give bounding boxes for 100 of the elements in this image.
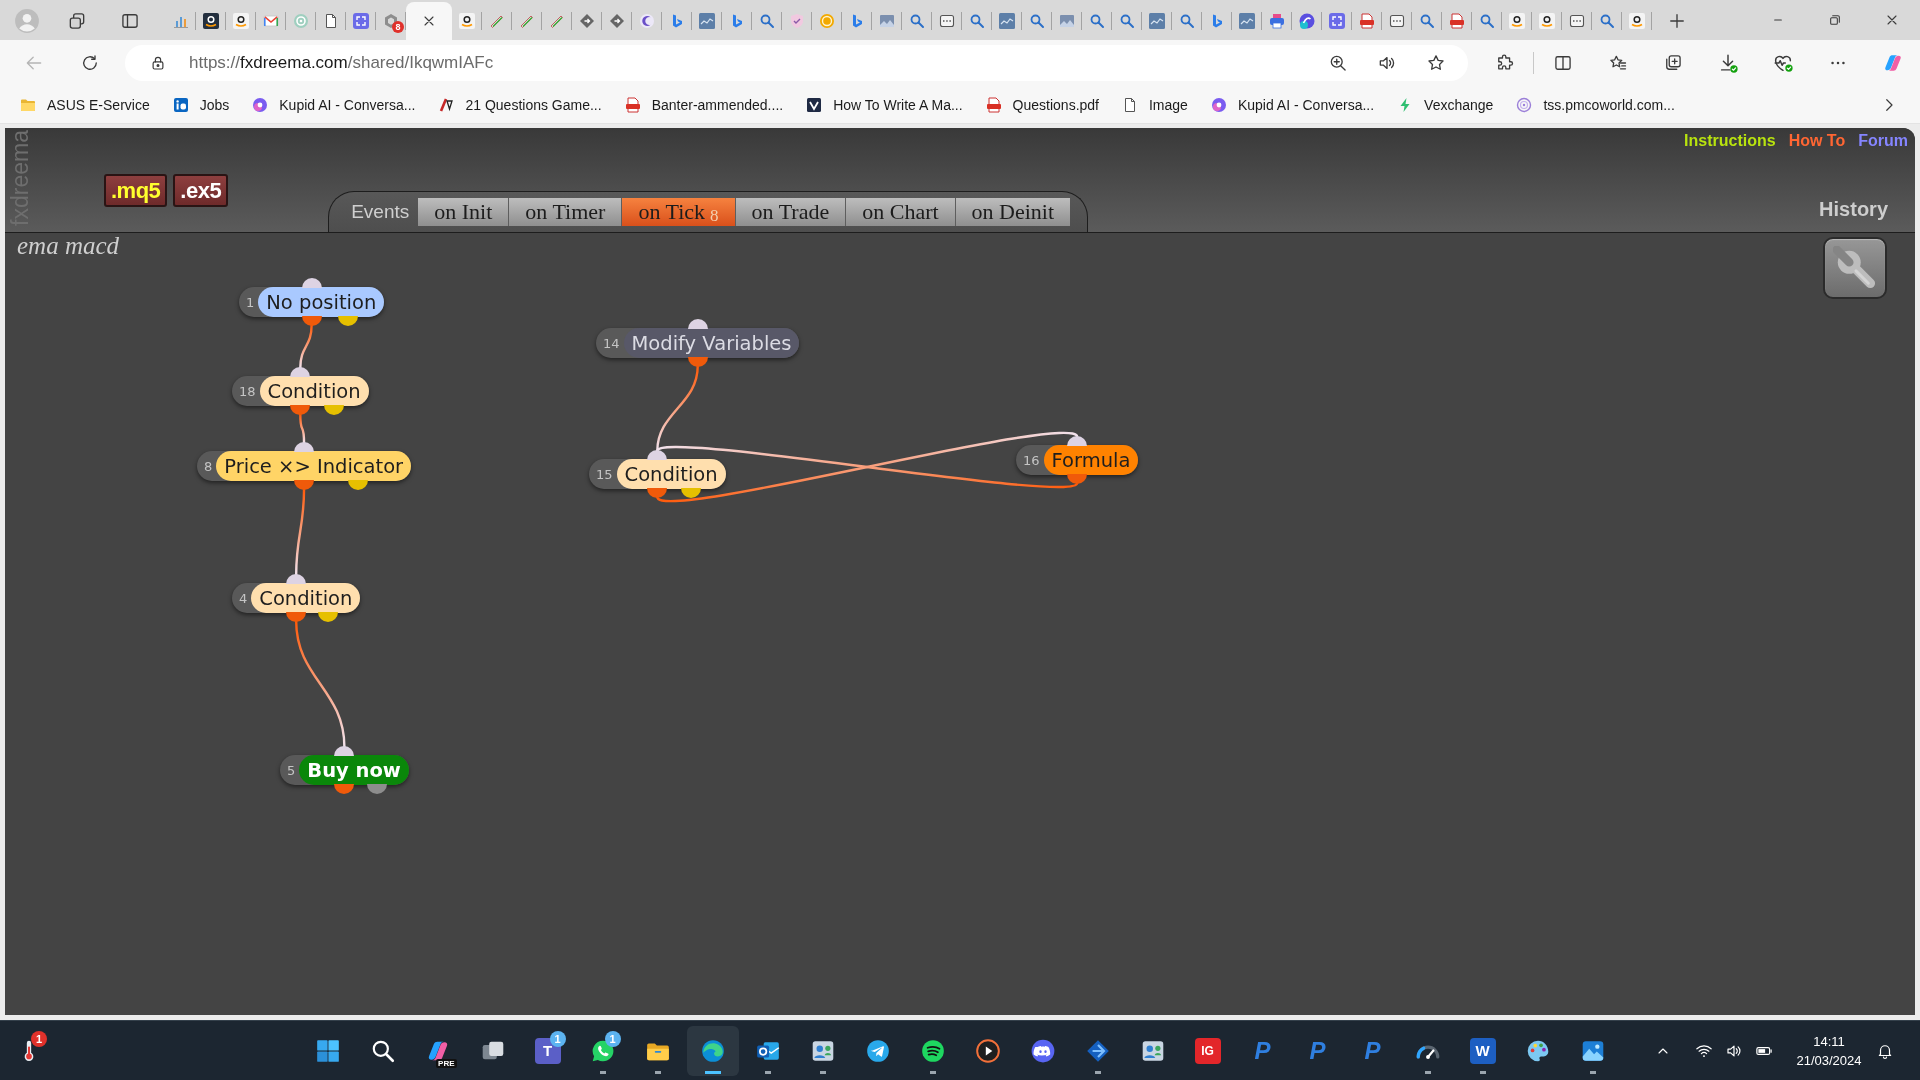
- bookmark-link[interactable]: Questions.pdf: [979, 89, 1105, 120]
- tools-button[interactable]: [1823, 237, 1887, 299]
- smile-logo-icon[interactable]: [233, 13, 249, 29]
- document-icon[interactable]: [1359, 13, 1375, 29]
- output-handle[interactable]: [366, 784, 387, 794]
- input-handle[interactable]: [1067, 436, 1088, 446]
- smile-logo-icon[interactable]: [459, 13, 475, 29]
- slash-logo-icon[interactable]: [438, 96, 455, 113]
- taskbar-button[interactable]: P: [1291, 1025, 1344, 1076]
- expand-icon[interactable]: [353, 13, 369, 29]
- input-handle[interactable]: [301, 278, 322, 288]
- event-tab[interactable]: on Deinit: [955, 198, 1071, 226]
- gamepad-icon[interactable]: [1029, 1037, 1056, 1064]
- star-icon[interactable]: [1426, 53, 1446, 73]
- input-handle[interactable]: [687, 319, 708, 329]
- bookmark-link[interactable]: Kupid AI - Conversa...: [246, 89, 422, 120]
- output-handle[interactable]: [324, 405, 345, 415]
- chart-tile-icon[interactable]: [1239, 13, 1255, 29]
- event-tab[interactable]: on Tick 8: [622, 198, 736, 226]
- output-handle[interactable]: [1067, 474, 1088, 484]
- output-handle[interactable]: [687, 357, 708, 367]
- taskbar-button[interactable]: P: [1346, 1025, 1399, 1076]
- page-icon[interactable]: [323, 13, 339, 29]
- input-handle[interactable]: [290, 367, 311, 377]
- document-icon[interactable]: [624, 96, 641, 113]
- output-handle[interactable]: [347, 480, 368, 490]
- diagonal-stripe-icon[interactable]: [519, 13, 535, 29]
- window-icon[interactable]: [1389, 13, 1405, 29]
- refresh-icon[interactable]: [80, 53, 100, 73]
- circle-logo-icon[interactable]: [252, 96, 269, 113]
- output-handle[interactable]: [294, 480, 315, 490]
- crescent-icon[interactable]: [639, 13, 655, 29]
- star-list-icon[interactable]: [1607, 53, 1628, 73]
- header-link[interactable]: Instructions: [1684, 131, 1776, 151]
- weather-button[interactable]: 1: [3, 1025, 55, 1076]
- swirl-circle-icon[interactable]: [699, 1037, 726, 1064]
- bookmark-link[interactable]: Image: [1116, 89, 1194, 120]
- event-tab[interactable]: on Timer: [509, 198, 623, 226]
- output-handle[interactable]: [290, 405, 311, 415]
- event-tab[interactable]: on Chart: [846, 198, 956, 226]
- output-handle[interactable]: [681, 488, 702, 498]
- expand-icon[interactable]: [1329, 13, 1345, 29]
- taskbar-button[interactable]: PRE: [411, 1025, 464, 1076]
- diamond-icon[interactable]: [609, 13, 625, 29]
- bookmark-link[interactable]: Jobs: [166, 89, 236, 120]
- output-handle[interactable]: [301, 316, 322, 326]
- sidebar-layout-icon[interactable]: [120, 11, 140, 31]
- smile-logo-icon[interactable]: [203, 13, 219, 29]
- four-squares-icon[interactable]: [314, 1037, 341, 1064]
- header-link[interactable]: Forum: [1858, 131, 1908, 151]
- output-handle[interactable]: [318, 612, 339, 622]
- paper-plane-icon[interactable]: [864, 1037, 891, 1064]
- window-icon[interactable]: [1569, 13, 1585, 29]
- sound-arcs-icon[interactable]: [919, 1037, 946, 1064]
- lock-icon[interactable]: [149, 54, 167, 72]
- event-tab[interactable]: on Trade: [735, 198, 847, 226]
- export-button[interactable]: .mq5: [104, 174, 168, 207]
- ring-logo-icon[interactable]: [1516, 96, 1533, 113]
- bookmark-link[interactable]: 21 Questions Game...: [432, 89, 608, 120]
- input-handle[interactable]: [286, 574, 307, 584]
- bookmark-link[interactable]: Kupid AI - Conversa...: [1204, 89, 1381, 120]
- chart-tile-icon[interactable]: [999, 13, 1015, 29]
- clock-button[interactable]: 14:11 21/03/2024: [1788, 1028, 1870, 1073]
- bookmark-link[interactable]: How To Write A Ma...: [800, 89, 969, 120]
- bookmark-link[interactable]: Vexchange: [1391, 89, 1500, 120]
- document-icon[interactable]: [1449, 13, 1465, 29]
- split-window-icon[interactable]: [1552, 53, 1573, 73]
- page-icon[interactable]: [1122, 96, 1138, 113]
- taskbar-button[interactable]: [686, 1025, 739, 1076]
- shield-icon[interactable]: [789, 13, 805, 29]
- smile-logo-icon[interactable]: [1629, 13, 1645, 29]
- wrench-icon[interactable]: [1833, 246, 1877, 290]
- taskbar-button[interactable]: IG: [1181, 1025, 1234, 1076]
- output-handle[interactable]: [286, 612, 307, 622]
- history-link[interactable]: History: [1819, 197, 1888, 221]
- taskbar-button[interactable]: P: [1236, 1025, 1289, 1076]
- circle-logo-icon[interactable]: [1299, 13, 1315, 29]
- diagonal-stripe-icon[interactable]: [549, 13, 565, 29]
- diamond-icon[interactable]: [579, 13, 595, 29]
- chevron-tile-icon[interactable]: [806, 96, 823, 113]
- header-link[interactable]: How To: [1788, 131, 1846, 151]
- input-handle[interactable]: [647, 450, 668, 460]
- bookmark-link[interactable]: tss.pmcoworld.com...: [1510, 89, 1681, 120]
- chart-tile-icon[interactable]: [699, 13, 715, 29]
- play-icon[interactable]: [974, 1037, 1001, 1064]
- output-handle[interactable]: [334, 784, 355, 794]
- event-tab[interactable]: on Init: [418, 198, 510, 226]
- output-handle[interactable]: [647, 488, 668, 498]
- taskbar-button[interactable]: T 1: [521, 1025, 574, 1076]
- smile-logo-icon[interactable]: [1509, 13, 1525, 29]
- stacked-squares-icon[interactable]: [67, 11, 87, 31]
- window-icon[interactable]: [939, 13, 955, 29]
- printer-icon[interactable]: [1269, 13, 1285, 29]
- circle-logo-icon[interactable]: [1210, 96, 1227, 113]
- document-icon[interactable]: [985, 96, 1002, 113]
- zoom-in-icon[interactable]: [1328, 53, 1348, 73]
- export-button[interactable]: .ex5: [173, 174, 229, 207]
- output-handle[interactable]: [337, 316, 358, 326]
- smile-logo-icon[interactable]: [1539, 13, 1555, 29]
- bookmark-link[interactable]: Banter-ammended....: [618, 89, 790, 120]
